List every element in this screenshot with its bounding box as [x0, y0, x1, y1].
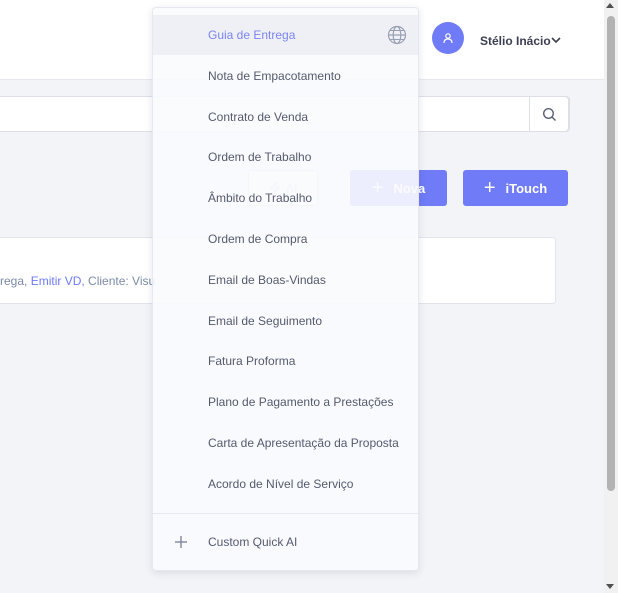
- menu-item-acordo-de-nivel-de-servico[interactable]: Acordo de Nível de Serviço: [153, 464, 418, 504]
- chevron-down-icon[interactable]: [551, 36, 561, 44]
- user-avatar[interactable]: [432, 22, 464, 54]
- menu-item-label: Ordem de Compra: [208, 232, 308, 246]
- globe-icon[interactable]: [387, 25, 407, 45]
- itouch-button-label: iTouch: [505, 180, 548, 196]
- user-name[interactable]: Stélio Inácio: [480, 34, 551, 48]
- menu-item-label: Ordem de Trabalho: [208, 150, 312, 164]
- card-text-prefix: rega,: [0, 274, 28, 288]
- user-icon: [443, 33, 453, 44]
- search-button[interactable]: [529, 96, 569, 132]
- menu-item-email-de-seguimento[interactable]: Email de Seguimento: [153, 301, 418, 341]
- menu-item-email-de-boas-vindas[interactable]: Email de Boas-Vindas: [153, 260, 418, 300]
- menu-item-nota-de-empacotamento[interactable]: Nota de Empacotamento: [153, 56, 418, 96]
- menu-item-label: Plano de Pagamento a Prestações: [208, 395, 394, 409]
- menu-item-carta-de-apresentacao[interactable]: Carta de Apresentação da Proposta: [153, 423, 418, 463]
- menu-item-label: Âmbito do Trabalho: [208, 191, 313, 205]
- card-text-suffix: Cliente: Visu: [84, 274, 156, 288]
- emitir-vd-link[interactable]: Emitir VD,: [31, 274, 85, 288]
- menu-item-fatura-proforma[interactable]: Fatura Proforma: [153, 341, 418, 381]
- menu-item-ordem-de-trabalho[interactable]: Ordem de Trabalho: [153, 137, 418, 177]
- menu-item-contrato-de-venda[interactable]: Contrato de Venda: [153, 97, 418, 137]
- menu-item-label: Acordo de Nível de Serviço: [208, 477, 354, 491]
- scroll-down-arrow-icon[interactable]: [606, 584, 614, 589]
- menu-item-plano-de-pagamento[interactable]: Plano de Pagamento a Prestações: [153, 382, 418, 422]
- menu-item-label: Guia de Entrega: [208, 28, 296, 42]
- menu-item-label: Carta de Apresentação da Proposta: [208, 436, 399, 450]
- scrollbar-thumb[interactable]: [607, 16, 615, 491]
- plus-icon: [175, 536, 187, 548]
- menu-item-ordem-de-compra[interactable]: Ordem de Compra: [153, 219, 418, 259]
- menu-divider: [153, 513, 418, 514]
- menu-item-guia-de-entrega[interactable]: Guia de Entrega: [153, 15, 418, 55]
- scroll-up-arrow-icon[interactable]: [606, 3, 614, 8]
- itouch-button[interactable]: + iTouch: [463, 170, 568, 206]
- custom-quick-ai-label: Custom Quick AI: [208, 535, 298, 549]
- custom-quick-ai-item[interactable]: Custom Quick AI: [153, 522, 418, 562]
- menu-item-label: Email de Boas-Vindas: [208, 273, 326, 287]
- menu-item-label: Nota de Empacotamento: [208, 69, 341, 83]
- menu-item-label: Contrato de Venda: [208, 110, 309, 124]
- quick-ai-menu: Guia de Entrega Nota de Empacotamento Co…: [152, 7, 419, 571]
- menu-item-ambito-do-trabalho[interactable]: Âmbito do Trabalho: [153, 178, 418, 218]
- search-icon: [542, 107, 556, 121]
- plus-icon: +: [483, 177, 496, 199]
- card-text: rega, Emitir VD, Cliente: Visu: [0, 274, 155, 288]
- menu-item-label: Fatura Proforma: [208, 354, 296, 368]
- menu-item-label: Email de Seguimento: [208, 314, 323, 328]
